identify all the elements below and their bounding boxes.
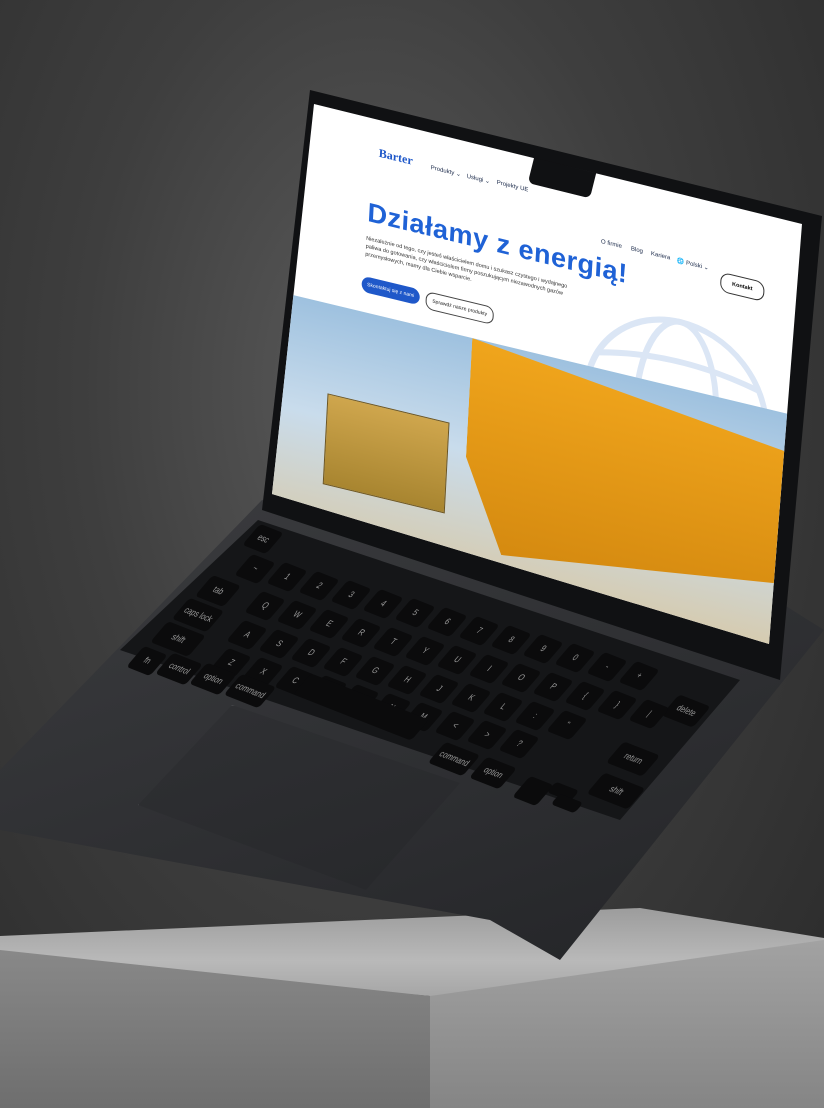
nav-kariera[interactable]: Kariera (651, 251, 671, 262)
nav-projekty[interactable]: Projekty UE (497, 180, 529, 194)
contact-button[interactable]: Kontakt (719, 271, 765, 303)
nav-uslugi[interactable]: Usługi ⌄ (466, 173, 490, 186)
nav-blog[interactable]: Blog (631, 246, 643, 255)
shipping-container (322, 393, 450, 514)
nav-produkty[interactable]: Produkty ⌄ (430, 164, 461, 178)
nav-o-firmie[interactable]: O firmie (601, 239, 622, 250)
check-products-button[interactable]: Sprawdź nasze produkty (425, 291, 495, 326)
language-selector[interactable]: 🌐 Polski ⌄ (677, 257, 709, 272)
logo[interactable]: Barter (378, 146, 413, 169)
contact-us-button[interactable]: Skontaktuj się z nami (361, 275, 421, 306)
